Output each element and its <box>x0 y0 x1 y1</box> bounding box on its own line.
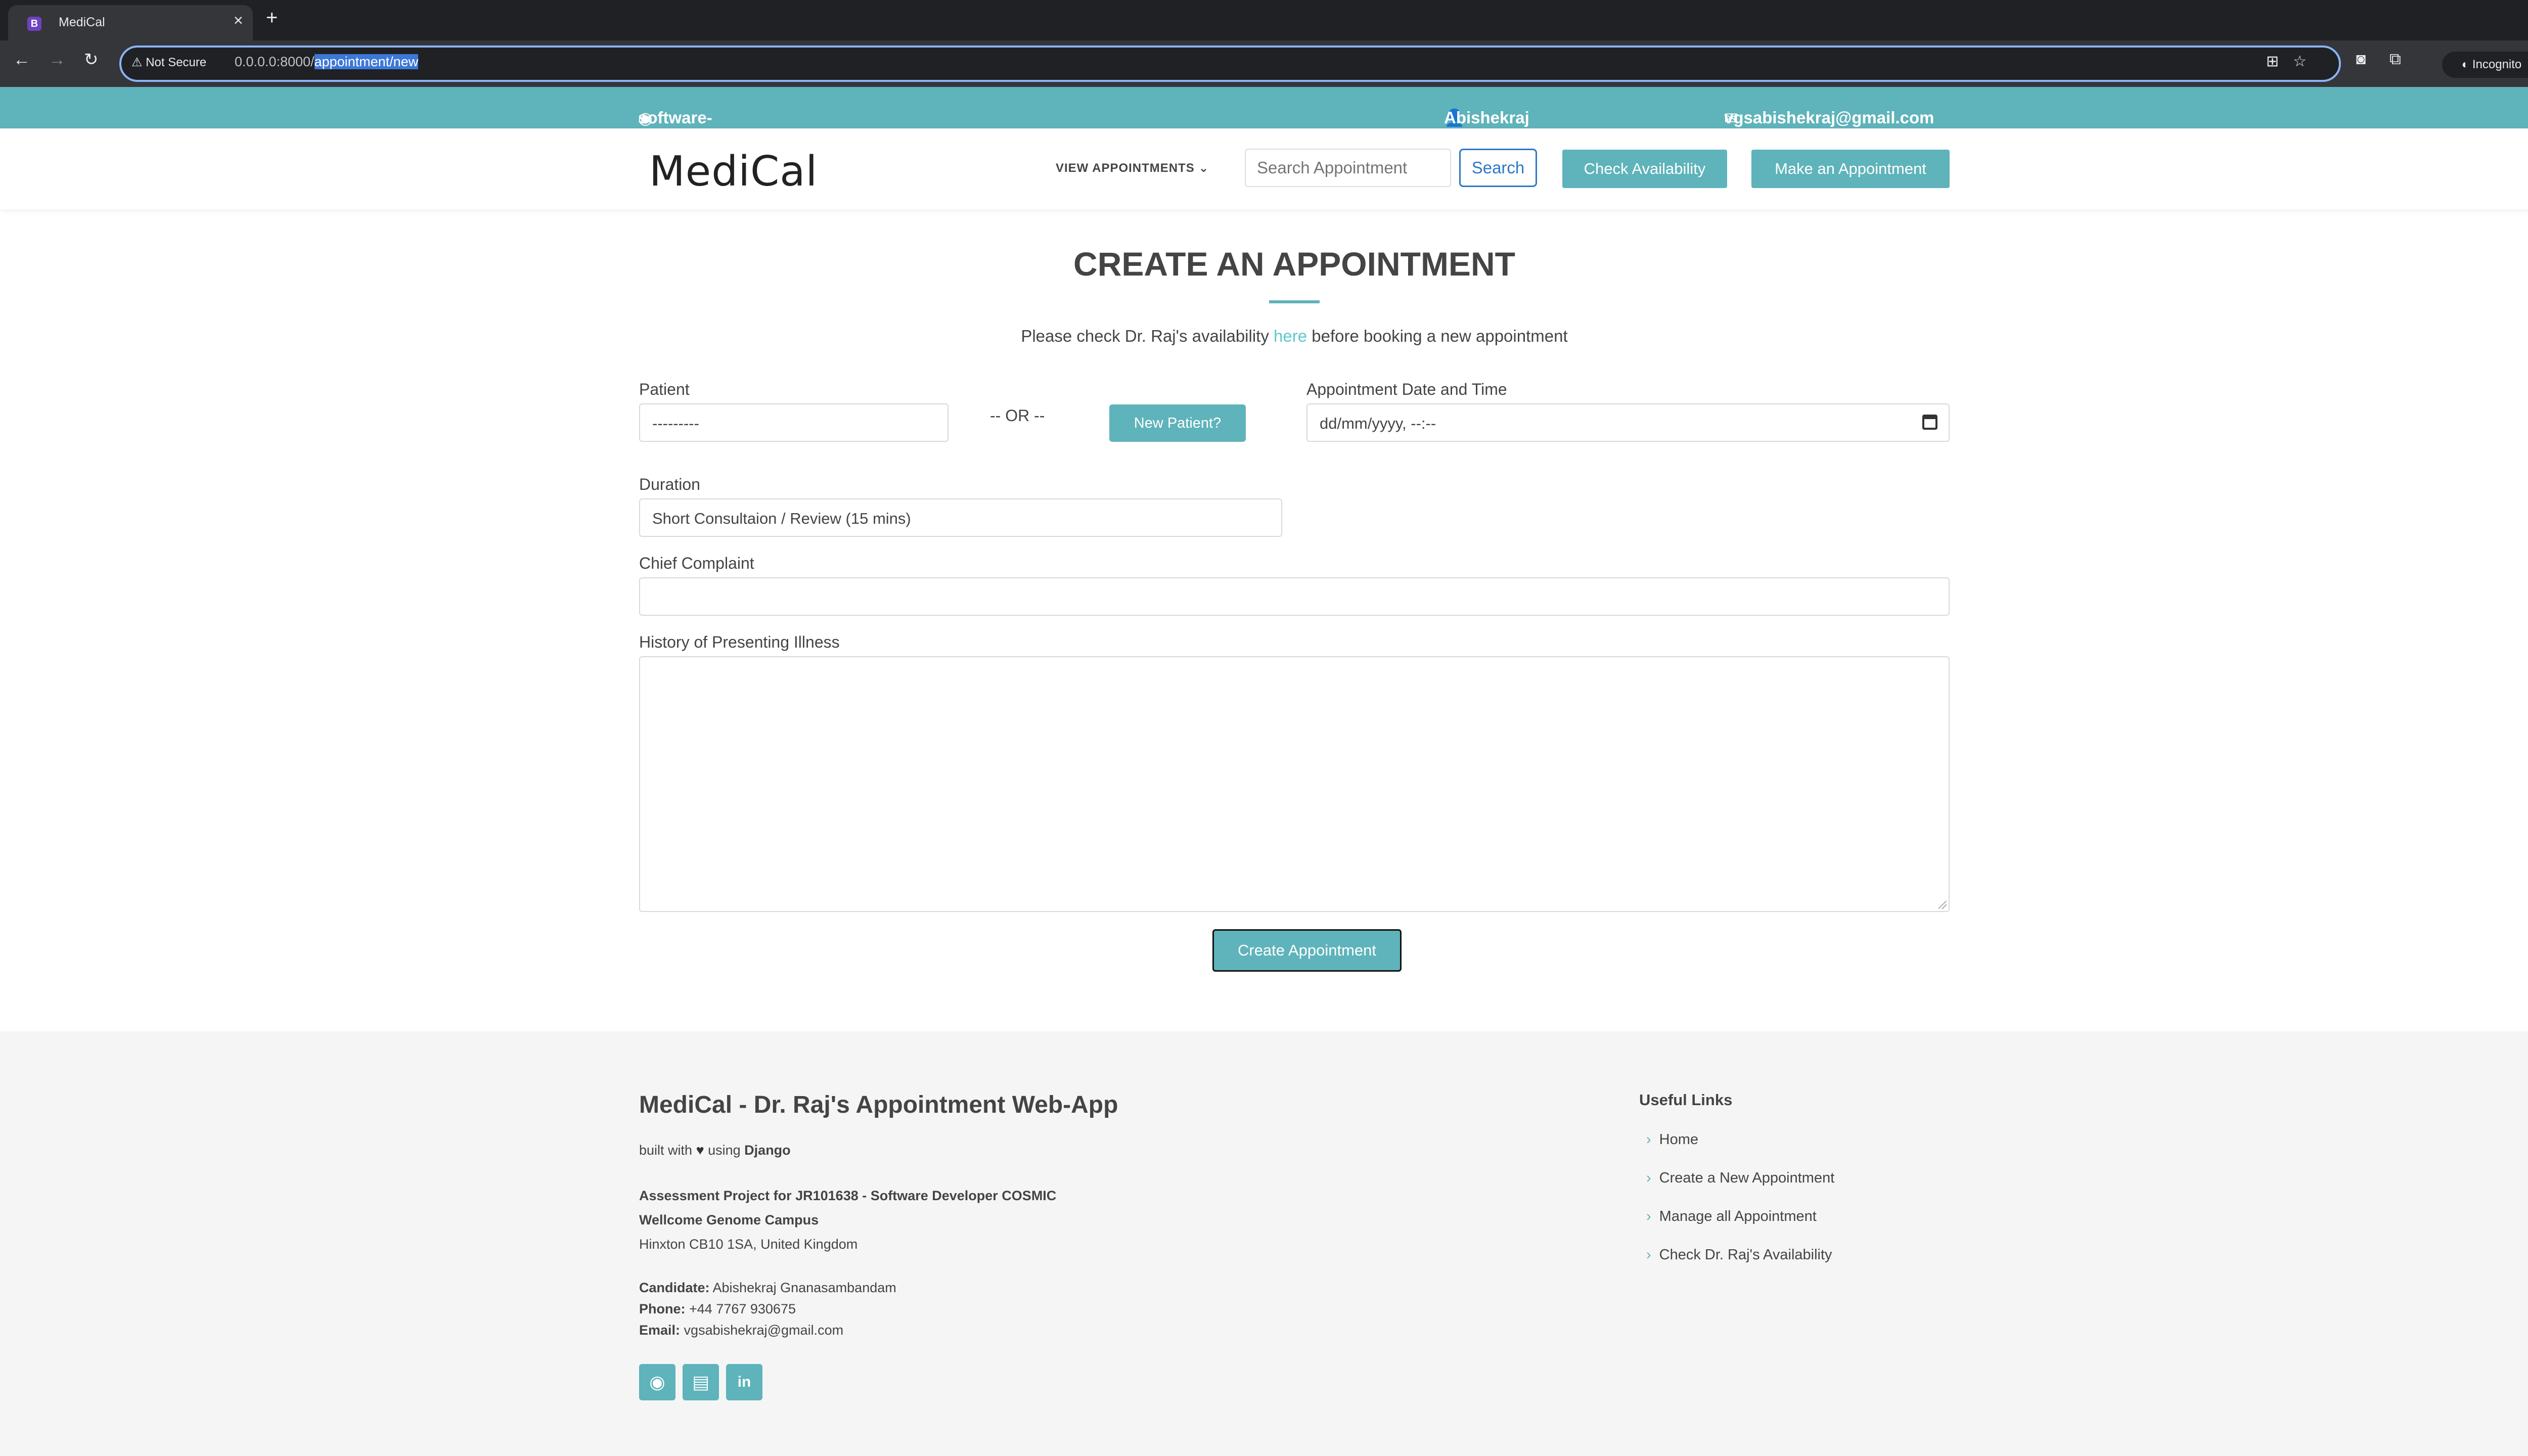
datetime-input[interactable]: dd/mm/yyyy, --:-- <box>1306 403 1950 442</box>
new-tab-icon[interactable]: + <box>266 7 278 28</box>
footer-link-availability[interactable]: › Check Dr. Raj's Availability <box>1646 1247 1832 1263</box>
datetime-value: dd/mm/yyyy, --:-- <box>1320 415 1436 432</box>
page-title: CREATE AN APPOINTMENT <box>1073 245 1515 283</box>
footer-link-label: Manage all Appointment <box>1659 1208 1817 1224</box>
install-app-icon[interactable]: ⊞ <box>2266 53 2293 70</box>
back-icon[interactable]: ← <box>13 50 30 70</box>
resume-icon[interactable]: ▤ <box>683 1364 719 1400</box>
chevron-right-icon: › <box>1646 1247 1651 1263</box>
history-textarea[interactable] <box>639 656 1950 912</box>
project-line: Assessment Project for JR101638 - Softwa… <box>639 1188 1057 1203</box>
site-navbar: MediCal VIEW APPOINTMENTS ⌄ Search Check… <box>0 128 2528 209</box>
omnibox-icons: ⊞☆ <box>2266 53 2321 70</box>
phone-line: Phone: +44 7767 930675 <box>639 1301 796 1317</box>
chief-complaint-label: Chief Complaint <box>639 554 754 572</box>
candidate-value: Abishekraj Gnanasambandam <box>712 1280 896 1295</box>
notice-text-after: before booking a new appointment <box>1312 327 1568 345</box>
built-using: using <box>708 1143 741 1158</box>
availability-notice: Please check Dr. Raj's availability here… <box>0 327 2528 346</box>
browser-tab[interactable]: B MediCal × <box>8 5 253 40</box>
patient-label: Patient <box>639 380 690 398</box>
notice-text-before: Please check Dr. Raj's availability <box>1021 327 1269 345</box>
footer-link-label: Home <box>1659 1131 1699 1148</box>
view-appointments-label: VIEW APPOINTMENTS <box>1056 161 1195 175</box>
footer-link-label: Check Dr. Raj's Availability <box>1659 1247 1832 1263</box>
extensions-icon[interactable]: ⧉ <box>2389 50 2401 69</box>
new-patient-button[interactable]: New Patient? <box>1109 404 1246 442</box>
url-text[interactable]: 0.0.0.0:8000/appointment/new <box>235 54 419 70</box>
user-email: vgsabishekraj@gmail.com <box>1724 108 1934 127</box>
view-appointments-dropdown[interactable]: VIEW APPOINTMENTS ⌄ <box>1056 161 1209 175</box>
check-availability-button[interactable]: Check Availability <box>1562 150 1727 188</box>
candidate-label: Candidate: <box>639 1280 710 1295</box>
useful-links-title: Useful Links <box>1639 1091 1733 1109</box>
duration-select[interactable]: Short Consultaion / Review (15 mins) <box>639 498 1282 537</box>
warning-icon: ⚠ <box>131 56 143 69</box>
reload-icon[interactable]: ↻ <box>84 50 99 70</box>
heart-icon: ♥ <box>696 1143 704 1158</box>
incognito-label: Incognito <box>2472 58 2522 71</box>
bookmark-star-icon[interactable]: ☆ <box>2293 53 2321 70</box>
address-line: Hinxton CB10 1SA, United Kingdom <box>639 1237 858 1252</box>
email-value[interactable]: vgsabishekraj@gmail.com <box>684 1323 844 1338</box>
make-appointment-button[interactable]: Make an Appointment <box>1751 150 1950 188</box>
built-with-line: built with ♥ using Django <box>639 1143 791 1158</box>
email-line: Email: vgsabishekraj@gmail.com <box>639 1323 843 1338</box>
title-divider <box>1269 300 1320 303</box>
built-framework: Django <box>744 1143 791 1158</box>
chevron-right-icon: › <box>1646 1170 1651 1186</box>
chevron-down-icon: ⌄ <box>1198 161 1209 175</box>
close-tab-icon[interactable]: × <box>234 12 243 28</box>
site-topbar: ◉ software-developer-backend-abishek 👤 A… <box>0 87 2528 185</box>
create-appointment-button[interactable]: Create Appointment <box>1212 929 1402 972</box>
history-label: History of Presenting Illness <box>639 633 840 651</box>
site-footer: MediCal - Dr. Raj's Appointment Web-App … <box>0 1031 2528 1456</box>
incognito-icon: ◐ <box>2461 58 2472 71</box>
phone-value: +44 7767 930675 <box>689 1301 796 1316</box>
footer-link-home[interactable]: › Home <box>1646 1131 1698 1148</box>
availability-link[interactable]: here <box>1274 327 1307 345</box>
email-label: Email: <box>639 1323 681 1338</box>
calendar-icon[interactable] <box>1922 415 1937 430</box>
search-input[interactable] <box>1245 149 1451 187</box>
browser-tab-strip: B MediCal × + ⌄ <box>0 0 2528 40</box>
footer-link-label: Create a New Appointment <box>1659 1170 1835 1186</box>
built-prefix: built with <box>639 1143 693 1158</box>
not-secure-indicator[interactable]: ⚠ Not Secure <box>131 55 206 70</box>
github-icon[interactable]: ◉ <box>639 1364 675 1400</box>
resize-handle-icon[interactable] <box>1938 901 1947 909</box>
candidate-line: Candidate: Abishekraj Gnanasambandam <box>639 1280 896 1296</box>
tab-title: MediCal <box>59 15 105 29</box>
url-host: 0.0.0.0:8000/ <box>235 54 314 69</box>
forward-icon[interactable]: → <box>49 50 66 70</box>
footer-title: MediCal - Dr. Raj's Appointment Web-App <box>639 1091 1118 1118</box>
chevron-right-icon: › <box>1646 1131 1651 1148</box>
patient-select[interactable]: --------- <box>639 403 949 442</box>
address-bar[interactable]: ⚠ Not Secure 0.0.0.0:8000/appointment/ne… <box>119 46 2341 82</box>
linkedin-icon[interactable]: in <box>726 1364 762 1400</box>
search-button[interactable]: Search <box>1459 149 1537 187</box>
favicon-icon: B <box>27 17 41 31</box>
or-separator: -- OR -- <box>990 406 1045 425</box>
site-logo[interactable]: MediCal <box>649 148 818 196</box>
campus-line: Wellcome Genome Campus <box>639 1212 819 1227</box>
browser-toolbar: ← → ↻ ⚠ Not Secure 0.0.0.0:8000/appointm… <box>0 40 2528 87</box>
not-secure-label: Not Secure <box>146 56 207 69</box>
chevron-right-icon: › <box>1646 1208 1651 1224</box>
footer-link-manage[interactable]: › Manage all Appointment <box>1646 1208 1817 1225</box>
chief-complaint-input[interactable] <box>639 577 1950 616</box>
duration-label: Duration <box>639 475 700 493</box>
incognito-badge[interactable]: ◐ Incognito <box>2442 52 2528 78</box>
footer-link-create[interactable]: › Create a New Appointment <box>1646 1170 1834 1187</box>
url-path: appointment/new <box>314 54 419 69</box>
camera-icon[interactable]: ◙ <box>2356 50 2366 68</box>
datetime-label: Appointment Date and Time <box>1306 380 1507 398</box>
phone-label: Phone: <box>639 1301 686 1316</box>
